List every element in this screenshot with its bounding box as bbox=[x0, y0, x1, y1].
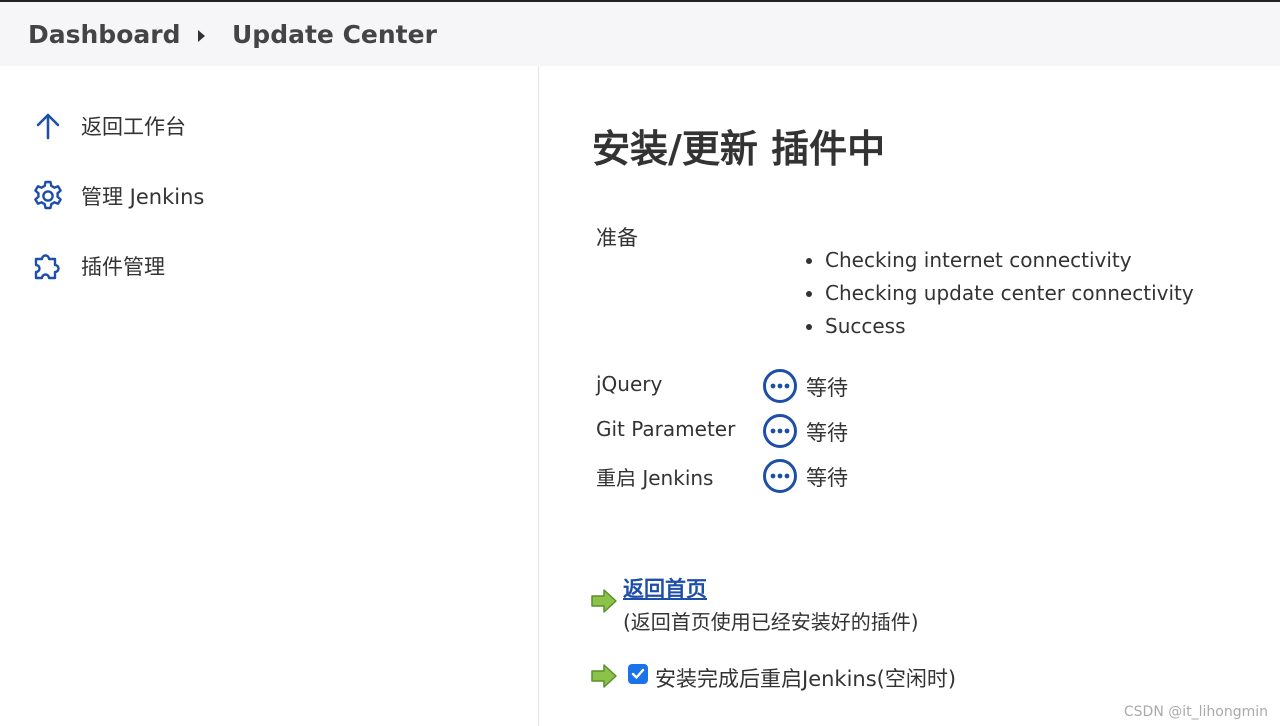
sidebar-item-manage-jenkins[interactable]: 管理 Jenkins bbox=[30, 176, 204, 216]
breadcrumb-bar: Dashboard Update Center bbox=[0, 0, 1280, 66]
sidebar-item-back-to-dashboard[interactable]: 返回工作台 bbox=[30, 106, 186, 146]
plugin-row-jquery: jQuery 等待 bbox=[596, 366, 996, 406]
plugin-status: 等待 bbox=[806, 421, 848, 445]
restart-when-idle-checkbox[interactable] bbox=[628, 664, 648, 684]
preparation-label: 准备 bbox=[596, 226, 638, 250]
list-item: Checking update center connectivity bbox=[804, 277, 1194, 310]
sidebar: 返回工作台 管理 Jenkins 插件管理 bbox=[0, 66, 538, 726]
plugin-name: 重启 Jenkins bbox=[596, 466, 714, 490]
sidebar-item-label: 插件管理 bbox=[81, 255, 165, 279]
plugin-name: jQuery bbox=[596, 372, 663, 396]
main-content: 安装/更新 插件中 准备 Checking internet connectiv… bbox=[540, 66, 1280, 726]
sidebar-item-label: 返回工作台 bbox=[81, 115, 186, 139]
pending-icon bbox=[763, 459, 797, 493]
green-arrow-right-icon bbox=[591, 664, 617, 688]
pending-icon bbox=[763, 369, 797, 403]
plugin-name: Git Parameter bbox=[596, 417, 736, 441]
gear-icon bbox=[30, 178, 66, 214]
breadcrumb-separator-icon[interactable] bbox=[198, 30, 205, 42]
back-to-home-link[interactable]: 返回首页 bbox=[623, 573, 707, 603]
sidebar-item-plugin-manager[interactable]: 插件管理 bbox=[30, 246, 165, 286]
plugin-row-git-parameter: Git Parameter 等待 bbox=[596, 411, 996, 451]
watermark: CSDN @it_lihongmin bbox=[1123, 704, 1268, 720]
puzzle-icon bbox=[30, 248, 66, 284]
pending-icon bbox=[763, 414, 797, 448]
checkmark-icon bbox=[631, 668, 645, 679]
sidebar-divider bbox=[538, 66, 539, 726]
list-item: Checking internet connectivity bbox=[804, 244, 1194, 277]
green-arrow-right-icon bbox=[591, 589, 617, 613]
restart-when-idle-label[interactable]: 安装完成后重启Jenkins(空闲时) bbox=[655, 663, 956, 693]
page-title: 安装/更新 插件中 bbox=[592, 127, 886, 171]
sidebar-item-label: 管理 Jenkins bbox=[81, 185, 205, 209]
back-to-home-note: (返回首页使用已经安装好的插件) bbox=[623, 610, 919, 634]
breadcrumb-update-center[interactable]: Update Center bbox=[232, 20, 437, 49]
plugin-status: 等待 bbox=[806, 466, 848, 490]
breadcrumb-dashboard[interactable]: Dashboard bbox=[28, 20, 180, 49]
list-item: Success bbox=[804, 310, 1194, 343]
preparation-checks: Checking internet connectivity Checking … bbox=[804, 244, 1194, 343]
plugin-status: 等待 bbox=[806, 376, 848, 400]
plugin-row-restart-jenkins: 重启 Jenkins 等待 bbox=[596, 456, 996, 496]
arrow-up-icon bbox=[30, 108, 66, 144]
